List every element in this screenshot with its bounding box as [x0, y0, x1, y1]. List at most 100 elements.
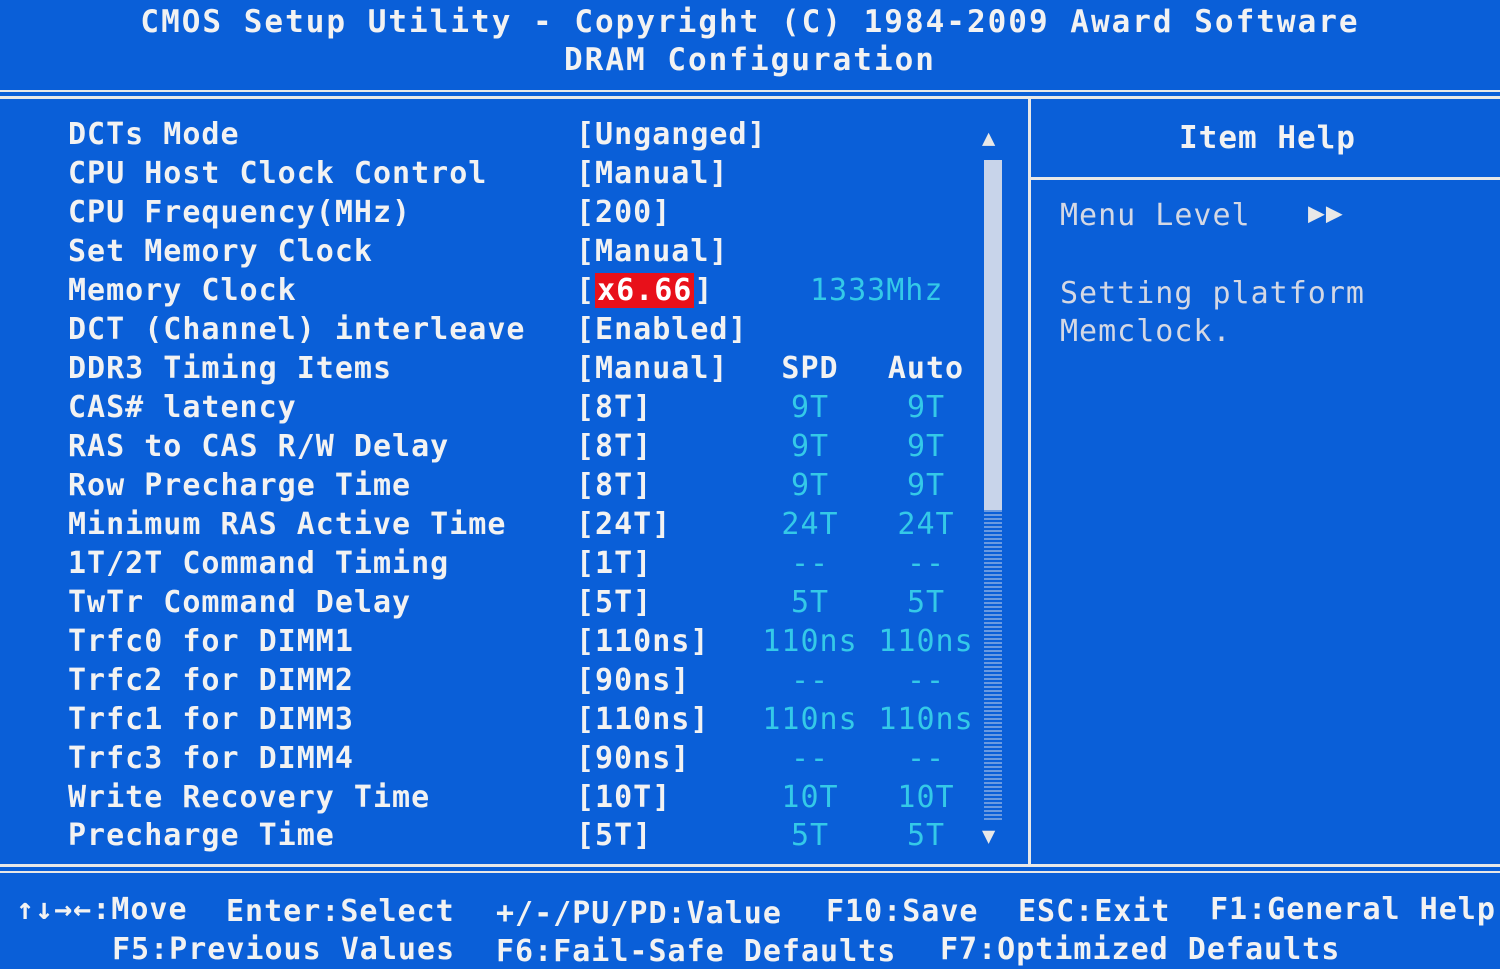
setting-value[interactable]: [90ns] — [576, 663, 690, 698]
setting-value[interactable]: [10T] — [576, 780, 671, 815]
auto-value: 24T — [897, 507, 955, 542]
setting-label: TwTr Command Delay — [68, 585, 412, 620]
setting-row-cpu-frequency[interactable]: CPU Frequency(MHz) [200] — [0, 195, 1000, 233]
setting-value[interactable]: [8T] — [576, 468, 652, 503]
setting-label: Trfc3 for DIMM4 — [68, 741, 354, 776]
auto-value: 5T — [906, 818, 946, 853]
auto-value: -- — [906, 663, 946, 698]
setting-value[interactable]: [110ns] — [576, 624, 709, 659]
memory-clock-speed: 1333Mhz — [810, 273, 944, 308]
setting-label: DCTs Mode — [68, 117, 240, 152]
setting-row-ras-to-cas-delay[interactable]: RAS to CAS R/W Delay [8T] 9T 9T — [0, 429, 1000, 467]
setting-row-trfc3-dimm4[interactable]: Trfc3 for DIMM4 [90ns] -- -- — [0, 741, 1000, 779]
setting-row-dcts-mode[interactable]: DCTs Mode [Unganged] — [0, 117, 1000, 155]
setting-row-trfc0-dimm1[interactable]: Trfc0 for DIMM1 [110ns] 110ns 110ns — [0, 624, 1000, 662]
setting-row-trfc2-dimm2[interactable]: Trfc2 for DIMM2 [90ns] -- -- — [0, 663, 1000, 701]
help-text-line-1: Setting platform — [1060, 276, 1365, 311]
scroll-up-arrow-icon[interactable]: ▲ — [982, 126, 995, 151]
setting-label: Set Memory Clock — [68, 234, 373, 269]
spd-value: 10T — [781, 780, 839, 815]
setting-row-write-recovery-time[interactable]: Write Recovery Time [10T] 10T 10T — [0, 780, 1000, 818]
setting-row-command-timing[interactable]: 1T/2T Command Timing [1T] -- -- — [0, 546, 1000, 584]
setting-row-cpu-host-clock-control[interactable]: CPU Host Clock Control [Manual] — [0, 156, 1000, 194]
setting-label: Minimum RAS Active Time — [68, 507, 507, 542]
setting-label: CPU Host Clock Control — [68, 156, 488, 191]
footer-key-value: +/-/PU/PD:Value — [496, 896, 782, 931]
spd-value: -- — [790, 663, 830, 698]
setting-value[interactable]: [Unganged] — [576, 117, 767, 152]
help-title-divider — [1031, 177, 1500, 180]
setting-value[interactable]: [8T] — [576, 429, 652, 464]
setting-value[interactable]: [Enabled] — [576, 312, 748, 347]
menu-level-label: Menu Level — [1060, 198, 1251, 233]
spd-value: 5T — [790, 585, 830, 620]
setting-value[interactable]: [Manual] — [576, 156, 729, 191]
setting-row-set-memory-clock[interactable]: Set Memory Clock [Manual] — [0, 234, 1000, 272]
setting-label: DDR3 Timing Items — [68, 351, 393, 386]
setting-row-memory-clock[interactable]: Memory Clock [x6.66] 1333Mhz — [0, 273, 1000, 311]
footer-key-failsafe-defaults: F6:Fail-Safe Defaults — [496, 934, 897, 969]
setting-label: Memory Clock — [68, 273, 297, 308]
spd-value: 9T — [790, 390, 830, 425]
setting-value[interactable]: [Manual] — [576, 234, 729, 269]
setting-label: DCT (Channel) interleave — [68, 312, 526, 347]
setting-value[interactable]: [24T] — [576, 507, 671, 542]
auto-value: 5T — [906, 585, 946, 620]
auto-value: 110ns — [878, 702, 974, 737]
footer-key-enter: Enter:Select — [226, 894, 455, 929]
footer-divider-bottom — [0, 871, 1500, 873]
setting-row-twtr-command-delay[interactable]: TwTr Command Delay [5T] 5T 5T — [0, 585, 1000, 623]
auto-value: 9T — [906, 429, 946, 464]
setting-row-min-ras-active-time[interactable]: Minimum RAS Active Time [24T] 24T 24T — [0, 507, 1000, 545]
setting-row-precharge-time[interactable]: Precharge Time [5T] 5T 5T — [0, 818, 1000, 856]
bracket-open: [ — [576, 273, 596, 308]
item-help-title: Item Help — [1179, 120, 1356, 156]
setting-value[interactable]: [90ns] — [576, 741, 690, 776]
help-text-line-2: Memclock. — [1060, 314, 1232, 349]
setting-row-cas-latency[interactable]: CAS# latency [8T] 9T 9T — [0, 390, 1000, 428]
selected-value-highlight[interactable]: x6.66 — [595, 273, 695, 308]
setting-label: Precharge Time — [68, 818, 335, 853]
setting-row-trfc1-dimm3[interactable]: Trfc1 for DIMM3 [110ns] 110ns 110ns — [0, 702, 1000, 740]
footer-key-general-help: F1:General Help — [1210, 892, 1496, 927]
setting-label: Trfc1 for DIMM3 — [68, 702, 354, 737]
scrollbar-thumb[interactable] — [984, 160, 1002, 510]
setting-value-selected[interactable]: [x6.66] — [576, 273, 713, 308]
setting-label: Trfc2 for DIMM2 — [68, 663, 354, 698]
setting-label: CPU Frequency(MHz) — [68, 195, 412, 230]
setting-value[interactable]: [200] — [576, 195, 671, 230]
footer-key-exit: ESC:Exit — [1018, 894, 1171, 929]
footer-key-previous-values: F5:Previous Values — [112, 932, 456, 967]
spd-value: 110ns — [762, 702, 858, 737]
footer-divider-top — [0, 864, 1500, 867]
footer-key-save: F10:Save — [826, 894, 979, 929]
setting-row-dct-interleave[interactable]: DCT (Channel) interleave [Enabled] — [0, 312, 1000, 350]
setting-label: Write Recovery Time — [68, 780, 431, 815]
setting-label: 1T/2T Command Timing — [68, 546, 450, 581]
setting-value[interactable]: [110ns] — [576, 702, 709, 737]
spd-value: -- — [790, 741, 830, 776]
setting-value[interactable]: [5T] — [576, 818, 652, 853]
setting-value[interactable]: [Manual] — [576, 351, 729, 386]
setting-label: Row Precharge Time — [68, 468, 412, 503]
spd-value: 9T — [790, 429, 830, 464]
window-title: CMOS Setup Utility - Copyright (C) 1984-… — [140, 4, 1360, 40]
setting-row-ddr3-timing-items[interactable]: DDR3 Timing Items [Manual] SPD Auto — [0, 351, 1000, 389]
spd-value: 110ns — [762, 624, 858, 659]
page-title: DRAM Configuration — [564, 42, 936, 78]
header-divider-bottom — [0, 96, 1500, 99]
scroll-down-arrow-icon[interactable]: ▼ — [982, 824, 995, 849]
setting-label: Trfc0 for DIMM1 — [68, 624, 354, 659]
spd-column-header: SPD — [781, 351, 839, 386]
spd-value: 24T — [781, 507, 839, 542]
setting-row-row-precharge-time[interactable]: Row Precharge Time [8T] 9T 9T — [0, 468, 1000, 506]
setting-value[interactable]: [8T] — [576, 390, 652, 425]
auto-value: 10T — [897, 780, 955, 815]
auto-value: -- — [906, 741, 946, 776]
setting-value[interactable]: [5T] — [576, 585, 652, 620]
auto-value: 9T — [906, 468, 946, 503]
spd-value: -- — [790, 546, 830, 581]
auto-value: 110ns — [878, 624, 974, 659]
setting-value[interactable]: [1T] — [576, 546, 652, 581]
auto-value: -- — [906, 546, 946, 581]
